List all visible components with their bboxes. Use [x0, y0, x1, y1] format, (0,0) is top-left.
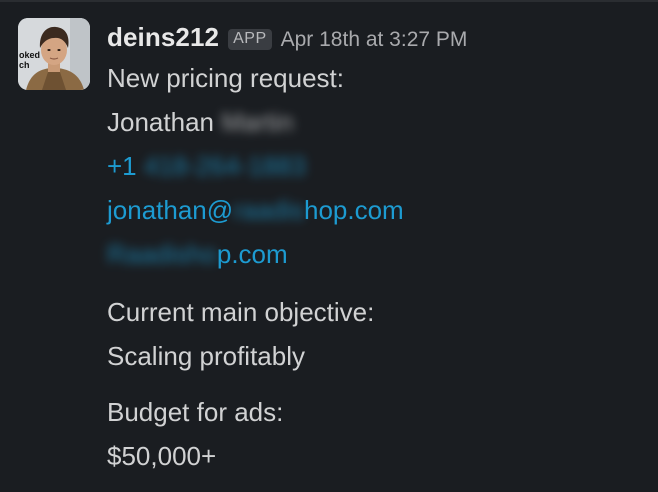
website-suffix: p.com — [216, 239, 288, 269]
phone-prefix: +1 — [107, 151, 137, 181]
website-link[interactable]: Raadishop.com — [107, 232, 648, 276]
email-suffix: hop.com — [303, 195, 404, 225]
objective-label-line: Current main objective: — [107, 290, 648, 334]
message-content: deins212 APP Apr 18th at 3:27 PM New pri… — [107, 22, 648, 478]
email-link[interactable]: jonathan@raadishop.com — [107, 188, 648, 232]
app-badge: APP — [228, 29, 272, 50]
budget-label-line: Budget for ads: — [107, 390, 648, 434]
phone-link[interactable]: +1 418-264-1883 — [107, 144, 648, 188]
objective-label: Current main objective: — [107, 297, 375, 327]
objective-value-line: Scaling profitably — [107, 334, 648, 378]
avatar[interactable]: oked ch — [18, 18, 90, 90]
heading-line: New pricing request: — [107, 56, 648, 100]
timestamp[interactable]: Apr 18th at 3:27 PM — [281, 28, 468, 52]
slack-message: oked ch deins212 APP Apr 18th at 3:27 PM… — [0, 0, 658, 492]
first-name: Jonathan — [107, 107, 214, 137]
request-heading: New pricing request: — [107, 63, 344, 93]
objective-value: Scaling profitably — [107, 341, 305, 371]
message-header: deins212 APP Apr 18th at 3:27 PM — [107, 22, 648, 56]
divider — [0, 0, 658, 2]
website-redacted: Raadisho — [107, 239, 217, 269]
budget-label: Budget for ads: — [107, 397, 284, 427]
budget-value-line: $50,000+ — [107, 434, 648, 478]
email-prefix: jonathan@ — [107, 195, 234, 225]
email-domain-redacted: raadis — [233, 195, 304, 225]
last-name-redacted: Martin — [221, 107, 294, 137]
name-line: Jonathan Martin — [107, 100, 648, 144]
sender-name[interactable]: deins212 — [107, 22, 219, 53]
avatar-label: oked ch — [19, 50, 41, 70]
budget-value: $50,000+ — [107, 441, 217, 471]
phone-number-redacted: 418-264-1883 — [143, 151, 306, 181]
